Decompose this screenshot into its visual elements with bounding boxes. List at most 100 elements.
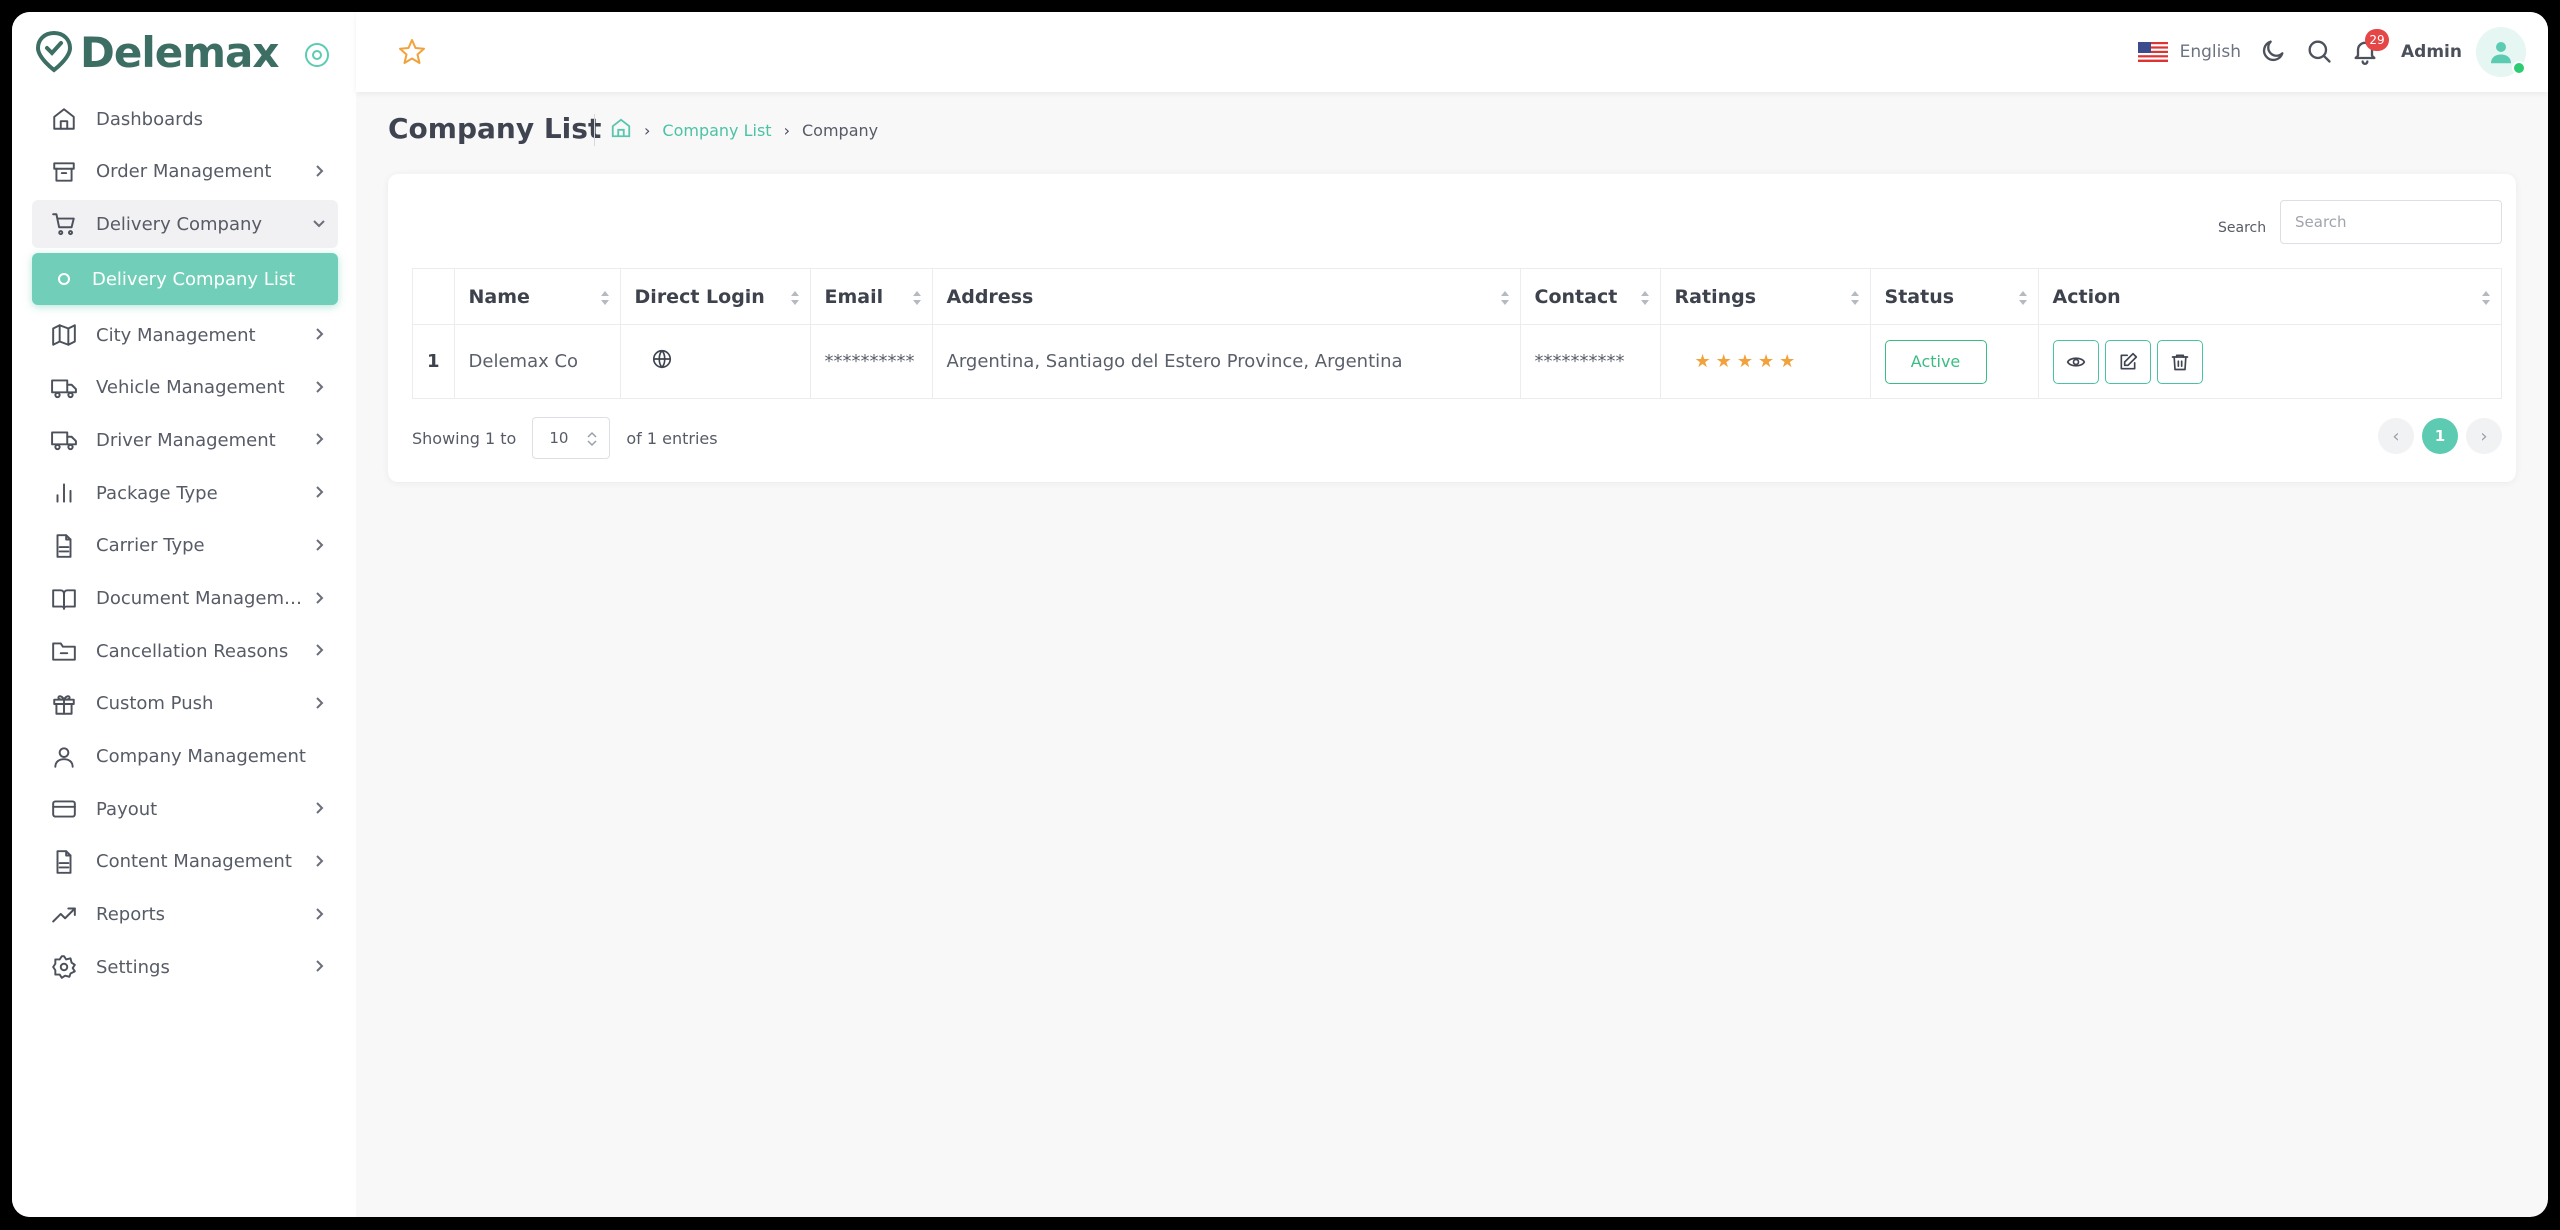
sidebar-subitem-label: Delivery Company List	[92, 268, 296, 290]
sidebar-item-label: Content Management	[96, 851, 292, 873]
page-size-select[interactable]: 10	[532, 417, 611, 459]
column-header-label: Action	[2052, 285, 2121, 308]
company-table: Name Direct Login Email Address Contact …	[412, 268, 2503, 399]
chevron-right-icon	[310, 589, 328, 607]
sidebar-item-custom-push[interactable]: Custom Push	[32, 680, 338, 728]
sidebar-item-driver-management[interactable]: Driver Management	[32, 416, 338, 464]
logo-text: Delemax	[80, 27, 279, 77]
company-contact: **********	[1519, 324, 1661, 399]
sidebar-item-label: Delivery Company	[96, 213, 263, 235]
column-header-label: Ratings	[1674, 285, 1757, 308]
moon-icon[interactable]	[2259, 37, 2289, 67]
sidebar-item-label: Custom Push	[96, 693, 214, 715]
star-icon: ★	[1736, 351, 1753, 372]
globe-icon[interactable]	[651, 348, 673, 370]
star-icon: ★	[1757, 351, 1775, 372]
company-address: Argentina, Santiago del Estero Province,…	[931, 324, 1521, 399]
chevron-right-icon	[310, 536, 328, 554]
search-label: Search	[2218, 220, 2267, 236]
sidebar-item-delivery-company[interactable]: Delivery Company	[32, 200, 338, 249]
sidebar-item-content-management[interactable]: Content Management	[32, 838, 338, 886]
header-actions: English 29 Admin	[2137, 12, 2526, 92]
sidebar-item-label: Vehicle Management	[96, 377, 285, 399]
home-icon[interactable]	[610, 117, 632, 143]
page-title: Company List	[388, 112, 602, 145]
select-arrows-icon	[587, 431, 597, 447]
star-icon: ★	[1779, 351, 1796, 372]
column-header-name[interactable]: Name	[453, 268, 621, 325]
delete-button[interactable]	[2156, 339, 2203, 384]
trash-icon	[2171, 354, 2188, 370]
sort-icon	[912, 291, 921, 305]
edit-icon	[2120, 352, 2137, 369]
table-footer: Showing 1 to 10 of 1 entries ‹ 1 ›	[412, 416, 2502, 460]
column-header-label: Direct Login	[634, 285, 765, 308]
table-row: 1 Delemax Co ********** Argentina, Santi…	[412, 324, 2503, 399]
column-header-action[interactable]: Action	[2037, 268, 2503, 325]
sidebar-item-dashboards[interactable]: Dashboards	[32, 95, 338, 143]
column-header-label: Contact	[1534, 285, 1618, 308]
sidebar-nav: Dashboards Order Management Delivery Com…	[32, 95, 338, 996]
column-header-email[interactable]: Email	[809, 268, 933, 325]
sidebar-subitem-delivery-company-list[interactable]: Delivery Company List	[32, 253, 338, 306]
sidebar-item-reports[interactable]: Reports	[32, 891, 338, 939]
sidebar-item-label: Dashboards	[96, 108, 204, 130]
app-window: Delemax Dashboards Order Management Deli…	[12, 12, 2548, 1217]
column-header-status[interactable]: Status	[1869, 268, 2039, 325]
search-input[interactable]	[2280, 200, 2502, 244]
page-button[interactable]: 1	[2422, 418, 2458, 454]
sidebar-item-settings[interactable]: Settings	[32, 943, 338, 991]
title-divider	[594, 114, 595, 146]
sidebar-item-city-management[interactable]: City Management	[32, 311, 338, 359]
status-badge[interactable]: Active	[1884, 339, 1987, 384]
sidebar-item-label: Order Management	[96, 161, 272, 183]
pagination: ‹ 1 ›	[2378, 418, 2502, 454]
star-icon[interactable]	[396, 36, 428, 68]
sort-icon	[2482, 291, 2490, 305]
location-pin-icon	[35, 30, 73, 73]
eye-icon	[2066, 356, 2085, 367]
prev-page-button[interactable]: ‹	[2378, 418, 2414, 454]
bell-icon[interactable]: 29	[2351, 29, 2390, 67]
chevron-right-icon	[310, 483, 328, 501]
column-header-contact[interactable]: Contact	[1519, 268, 1661, 325]
column-header-label: Status	[1884, 285, 1955, 308]
sidebar-item-order-management[interactable]: Order Management	[32, 148, 338, 196]
sidebar-item-label: Company Management	[96, 746, 306, 768]
archive-icon	[50, 158, 78, 186]
row-index: 1	[412, 324, 455, 399]
logo[interactable]: Delemax	[34, 27, 279, 77]
us-flag-icon[interactable]	[2137, 42, 2168, 62]
sidebar-item-payout[interactable]: Payout	[32, 785, 338, 833]
search-icon[interactable]	[2305, 37, 2335, 67]
sidebar-item-vehicle-management[interactable]: Vehicle Management	[32, 364, 338, 412]
view-button[interactable]	[2052, 339, 2099, 384]
avatar[interactable]	[2476, 27, 2526, 77]
column-header-direct-login[interactable]: Direct Login	[619, 268, 811, 325]
rating-stars: ★ ★ ★ ★ ★	[1675, 351, 1856, 372]
sidebar-toggle-icon[interactable]	[304, 42, 330, 68]
breadcrumb-separator: ›	[644, 120, 651, 140]
sidebar-item-cancellation-reasons[interactable]: Cancellation Reasons	[32, 627, 338, 675]
breadcrumb-link[interactable]: Company List	[662, 121, 771, 140]
file-icon	[50, 848, 78, 876]
sidebar-item-company-management[interactable]: Company Management	[32, 733, 338, 781]
next-page-button[interactable]: ›	[2466, 418, 2502, 454]
sidebar-item-document-management[interactable]: Document Management	[32, 575, 338, 623]
chevron-right-icon	[310, 378, 328, 396]
column-header-ratings[interactable]: Ratings	[1659, 268, 1871, 325]
edit-button[interactable]	[2104, 339, 2151, 384]
language-selector[interactable]: English	[2180, 42, 2241, 62]
sidebar-item-carrier-type[interactable]: Carrier Type	[32, 522, 338, 570]
sort-icon	[1640, 291, 1649, 305]
breadcrumb-separator: ›	[783, 120, 790, 140]
sidebar-item-package-type[interactable]: Package Type	[32, 469, 338, 517]
chevron-right-icon	[310, 162, 328, 180]
chevron-right-icon	[310, 641, 328, 659]
truck-icon	[50, 426, 78, 454]
showing-prefix: Showing 1 to	[412, 428, 517, 448]
user-name[interactable]: Admin	[2401, 42, 2462, 62]
company-list-card: Search Name Direct Login Email Address C…	[388, 174, 2516, 482]
column-header-address[interactable]: Address	[931, 268, 1521, 325]
sort-icon	[1500, 291, 1509, 305]
